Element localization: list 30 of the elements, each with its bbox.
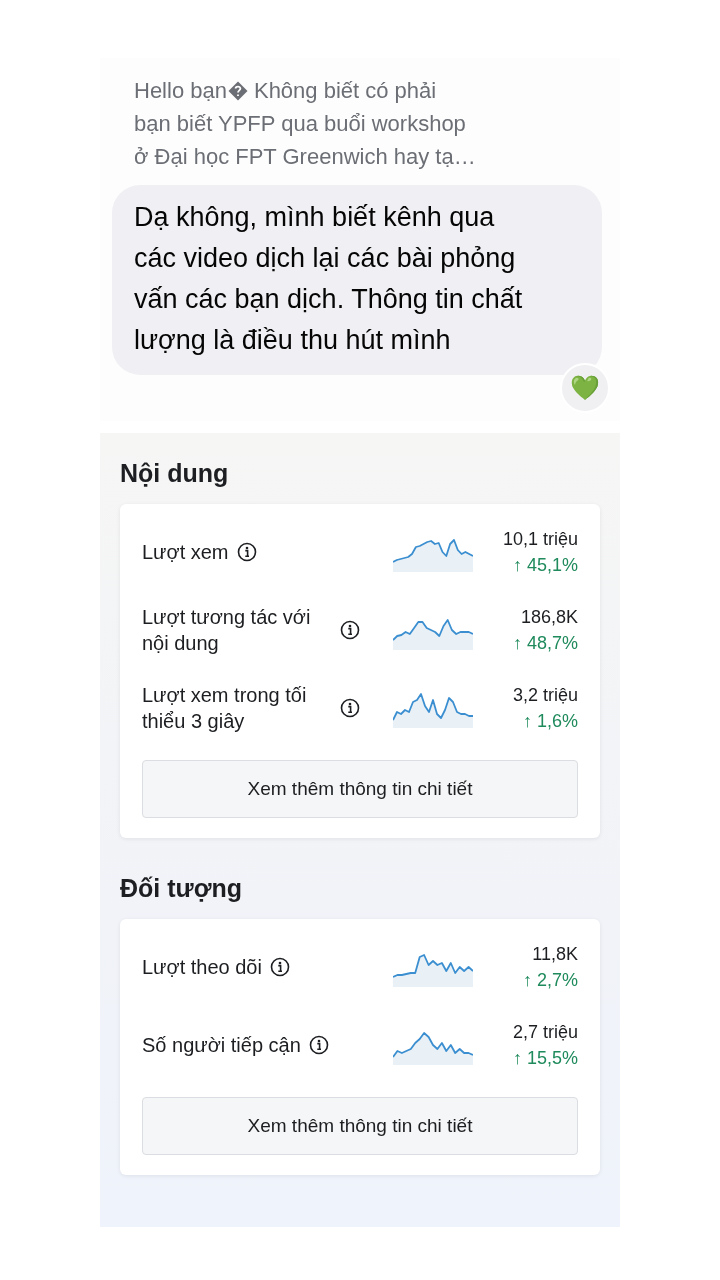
- info-icon[interactable]: [340, 698, 360, 718]
- info-icon[interactable]: [340, 620, 360, 640]
- metric-change: ↑ 45,1%: [511, 554, 578, 577]
- reply-preview-text: Hello bạn: [134, 77, 227, 105]
- question-diamond-icon: [227, 80, 248, 101]
- metric-label: Lượt tương tác với nội dung: [142, 605, 312, 656]
- metric-value: 10,1 triệu: [501, 528, 578, 551]
- reply-preview-text: bạn biết YPFP qua buổi workshop: [134, 110, 466, 138]
- metric-change: ↑ 2,7%: [521, 969, 578, 992]
- metric-label: Lượt xem: [142, 540, 229, 565]
- details-button[interactable]: Xem thêm thông tin chi tiết: [142, 760, 578, 818]
- metric-change: ↑ 48,7%: [511, 632, 578, 655]
- metric-value: 11,8K: [531, 943, 578, 966]
- info-icon[interactable]: [269, 957, 290, 977]
- reply-preview-text: Không biết có phải: [253, 77, 437, 105]
- message-bubble: Dạ không, mình biết kênh qua các video dịch lại các bài phỏng vấn các bạn dịch. Thông tin chất lượng là điều thu hút mình: [112, 185, 602, 375]
- metric-change: ↑ 1,6%: [521, 710, 578, 733]
- section-heading: Nội dung: [120, 458, 230, 489]
- metric-label: Lượt theo dõi: [142, 955, 262, 980]
- metric-change: ↑ 15,5%: [511, 1047, 578, 1070]
- metric-label: Lượt xem trong tối thiểu 3 giây: [142, 683, 308, 734]
- metric-label: Số người tiếp cận: [142, 1033, 301, 1058]
- reply-preview-text: ở Đại học FPT Greenwich hay tạ…: [134, 143, 476, 171]
- info-icon[interactable]: [236, 542, 257, 562]
- metric-value: 3,2 triệu: [511, 684, 578, 707]
- section-heading: Đối tượng: [120, 873, 243, 904]
- details-button[interactable]: Xem thêm thông tin chi tiết: [142, 1097, 578, 1155]
- metric-value: 2,7 triệu: [511, 1021, 578, 1044]
- info-icon[interactable]: [308, 1035, 329, 1055]
- metric-value: 186,8K: [519, 606, 578, 629]
